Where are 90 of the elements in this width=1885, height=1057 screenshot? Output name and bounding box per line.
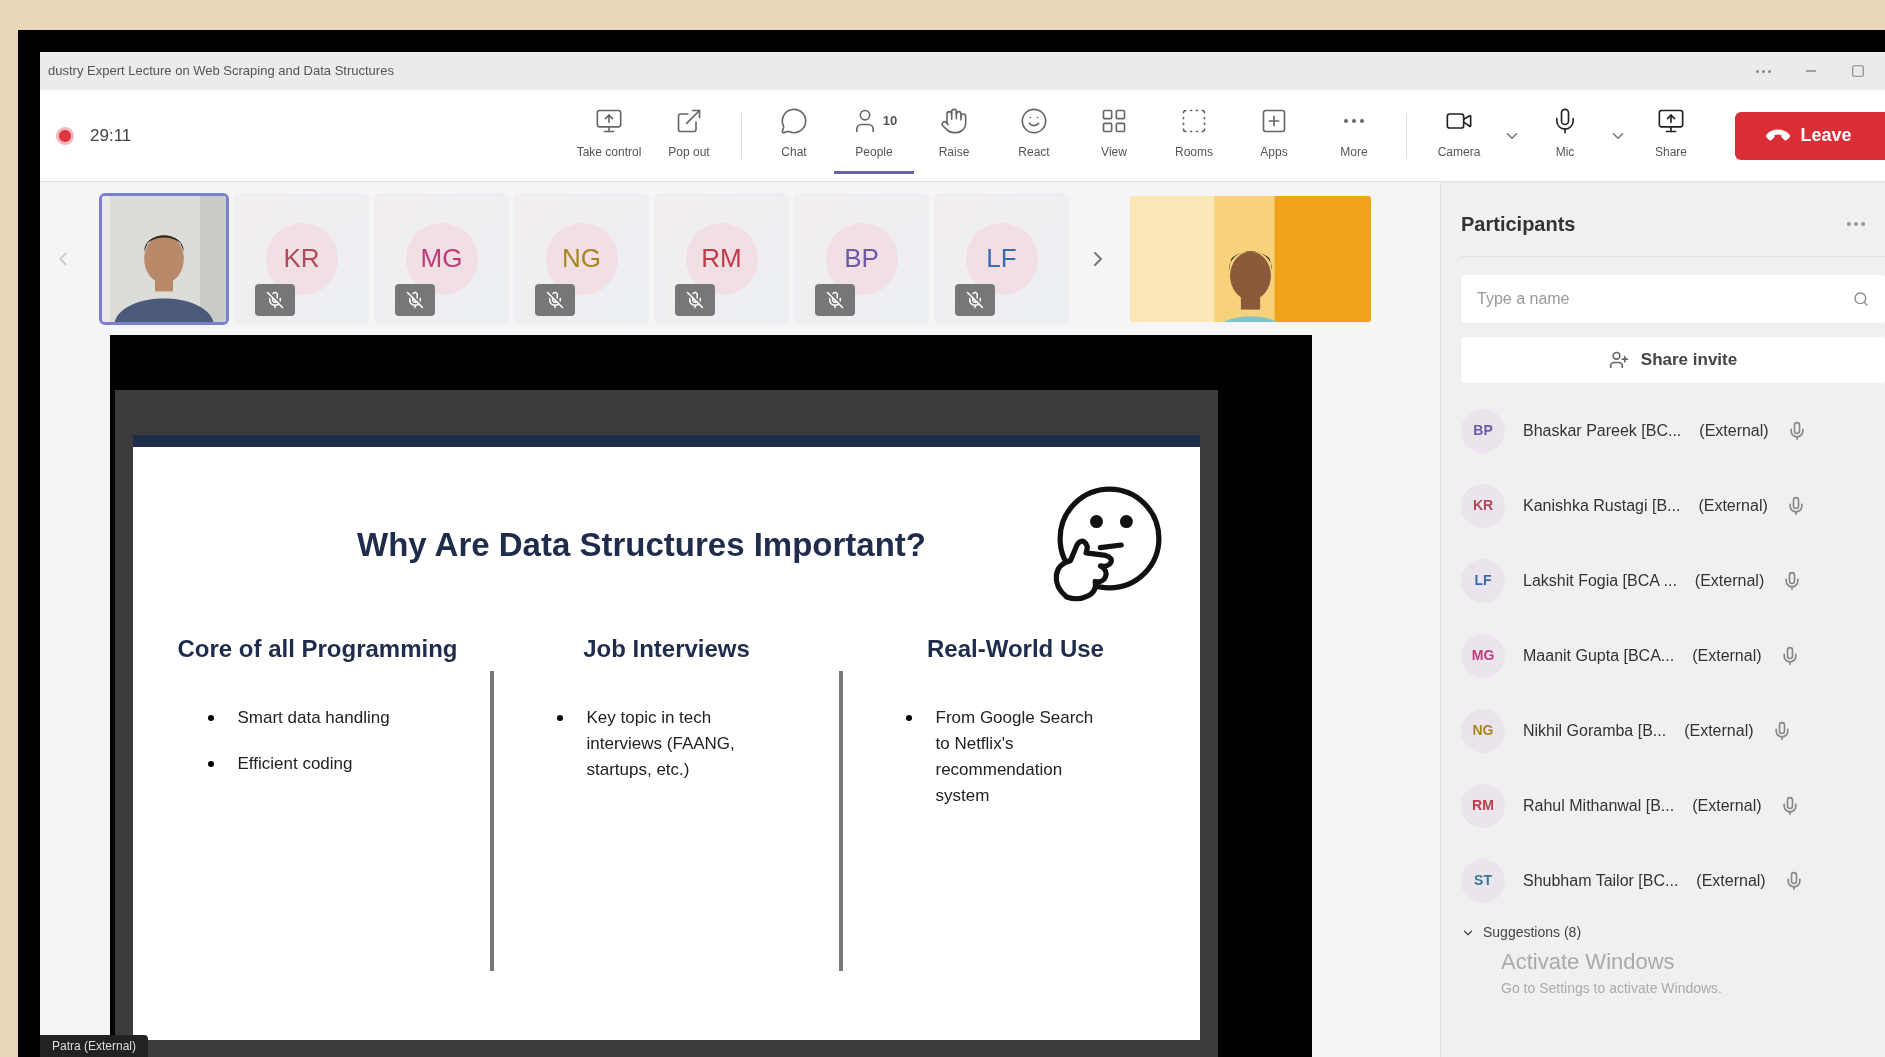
presenter-name-tag: Patra (External) — [40, 1035, 149, 1057]
column-heading: Core of all Programming — [177, 634, 458, 664]
people-count: 10 — [882, 112, 898, 131]
avatar-initials: NG — [1461, 708, 1505, 753]
participant-tile[interactable]: RM — [654, 192, 789, 325]
avatar-initials: KR — [1461, 483, 1505, 528]
bullet-icon — [905, 715, 912, 721]
bullet-text: Efficient coding — [237, 753, 354, 775]
bullet-icon — [207, 715, 214, 721]
participant-tag: (External) — [1692, 643, 1762, 668]
avatar-initials: ST — [1461, 858, 1505, 903]
more-icon[interactable] — [1756, 69, 1771, 73]
bullet-text: Smart data handling — [237, 707, 391, 729]
toolbar-button[interactable]: Chat — [754, 97, 834, 174]
participant-name: Rahul Mithanwal [B... — [1523, 795, 1675, 816]
participant-tag: (External) — [1696, 868, 1766, 893]
toolbar-button[interactable]: React — [994, 97, 1074, 174]
slide-title: Why Are Data Structures Important? — [356, 525, 927, 566]
participant-tag: (External) — [1692, 793, 1762, 818]
toolbar-button[interactable]: 10 People — [834, 97, 914, 174]
share-invite-button[interactable]: Share invite — [1461, 337, 1885, 383]
participant-name: Lakshit Fogia [BCA ... — [1523, 570, 1677, 591]
toolbar-button[interactable]: Share — [1631, 97, 1711, 174]
search-icon — [1853, 291, 1869, 307]
participant-tag: (External) — [1694, 568, 1765, 593]
toolbar-button[interactable]: Raise — [914, 97, 994, 174]
participant-row[interactable]: LF Lakshit Fogia [BCA ... (External) — [1461, 543, 1885, 618]
activation-title: Activate Windows — [1501, 948, 1676, 976]
window-title: dustry Expert Lecture on Web Scraping and Data Structures — [48, 62, 395, 81]
meeting-timer: 29:11 — [90, 124, 132, 147]
participant-tile[interactable]: KR — [234, 192, 369, 325]
avatar-initials: LF — [1461, 558, 1505, 603]
bullet-icon — [556, 715, 563, 721]
share-icon — [1657, 107, 1685, 135]
toolbar-button[interactable]: Pop out — [649, 97, 729, 174]
bullet-text: From Google Search to Netflix's recommendation system — [935, 707, 1095, 807]
avatar-initials: BP — [825, 222, 898, 295]
toolbar-button[interactable]: Apps — [1234, 97, 1314, 174]
participant-tag: (External) — [1684, 718, 1754, 743]
suggestions-toggle[interactable]: Suggestions (8) — [1461, 922, 1885, 943]
participant-name: Bhaskar Pareek [BC... — [1523, 420, 1682, 441]
participant-row[interactable]: KR Kanishka Rustagi [B... (External) — [1461, 468, 1885, 543]
toolbar-button[interactable]: View — [1074, 97, 1154, 174]
pop-out-icon — [675, 107, 703, 135]
toolbar-button[interactable]: Mic — [1525, 97, 1605, 174]
participant-tile[interactable]: LF — [934, 192, 1069, 325]
bullet-icon — [207, 761, 214, 767]
smiley-icon — [1020, 107, 1048, 135]
hand-icon — [940, 107, 968, 135]
participant-name: Nikhil Goramba [B... — [1523, 720, 1667, 741]
toolbar-button[interactable]: Take control — [569, 97, 649, 174]
participant-name: Shubham Tailor [BC... — [1523, 870, 1679, 891]
avatar-initials: RM — [1461, 783, 1505, 828]
column-heading: Job Interviews — [583, 634, 750, 664]
toolbar-button[interactable]: Camera — [1419, 97, 1499, 174]
monitor-icon — [595, 107, 623, 135]
avatar-initials: LF — [965, 222, 1038, 295]
grid-icon — [1100, 107, 1128, 135]
toolbar-button[interactable]: Rooms — [1154, 97, 1234, 174]
avatar-initials: MG — [1461, 633, 1505, 678]
share-invite-icon — [1608, 350, 1629, 370]
bullet-text: Key topic in tech interviews (FAANG, startups, etc.) — [586, 707, 736, 781]
participant-tile[interactable]: MG — [374, 192, 509, 325]
avatar-initials: MG — [405, 222, 478, 295]
toolbar-button[interactable]: More — [1314, 97, 1394, 174]
participant-row[interactable]: NG Nikhil Goramba [B... (External) — [1461, 693, 1885, 768]
leave-button[interactable]: Leave — [1735, 111, 1885, 160]
more-icon — [1344, 119, 1364, 123]
participant-name: Kanishka Rustagi [B... — [1523, 495, 1681, 516]
participant-row[interactable]: ST Shubham Tailor [BC... (External) — [1461, 843, 1885, 918]
participant-name: Maanit Gupta [BCA... — [1523, 645, 1675, 666]
participant-tag: (External) — [1698, 493, 1768, 518]
rooms-icon — [1180, 107, 1208, 135]
avatar-initials: KR — [265, 222, 338, 295]
participant-row[interactable]: BP Bhaskar Pareek [BC... (External) — [1461, 393, 1885, 468]
participant-tile[interactable]: BP — [794, 192, 929, 325]
activation-text: Go to Settings to activate Windows. — [1501, 979, 1723, 998]
participant-tag: (External) — [1699, 418, 1769, 443]
avatar-initials: RM — [685, 222, 758, 295]
avatar-initials: NG — [545, 222, 618, 295]
avatar-initials: BP — [1461, 408, 1505, 453]
maximize-icon[interactable] — [1851, 64, 1865, 78]
panel-title: Participants — [1461, 212, 1577, 237]
plus-icon — [1260, 107, 1288, 135]
more-icon[interactable] — [1847, 222, 1865, 226]
chat-icon — [780, 107, 808, 135]
participant-row[interactable]: MG Maanit Gupta [BCA... (External) — [1461, 618, 1885, 693]
participant-row[interactable]: RM Rahul Mithanwal [B... (External) — [1461, 768, 1885, 843]
search-field[interactable]: Type a name — [1461, 275, 1885, 323]
column-heading: Real-World Use — [927, 634, 1104, 664]
